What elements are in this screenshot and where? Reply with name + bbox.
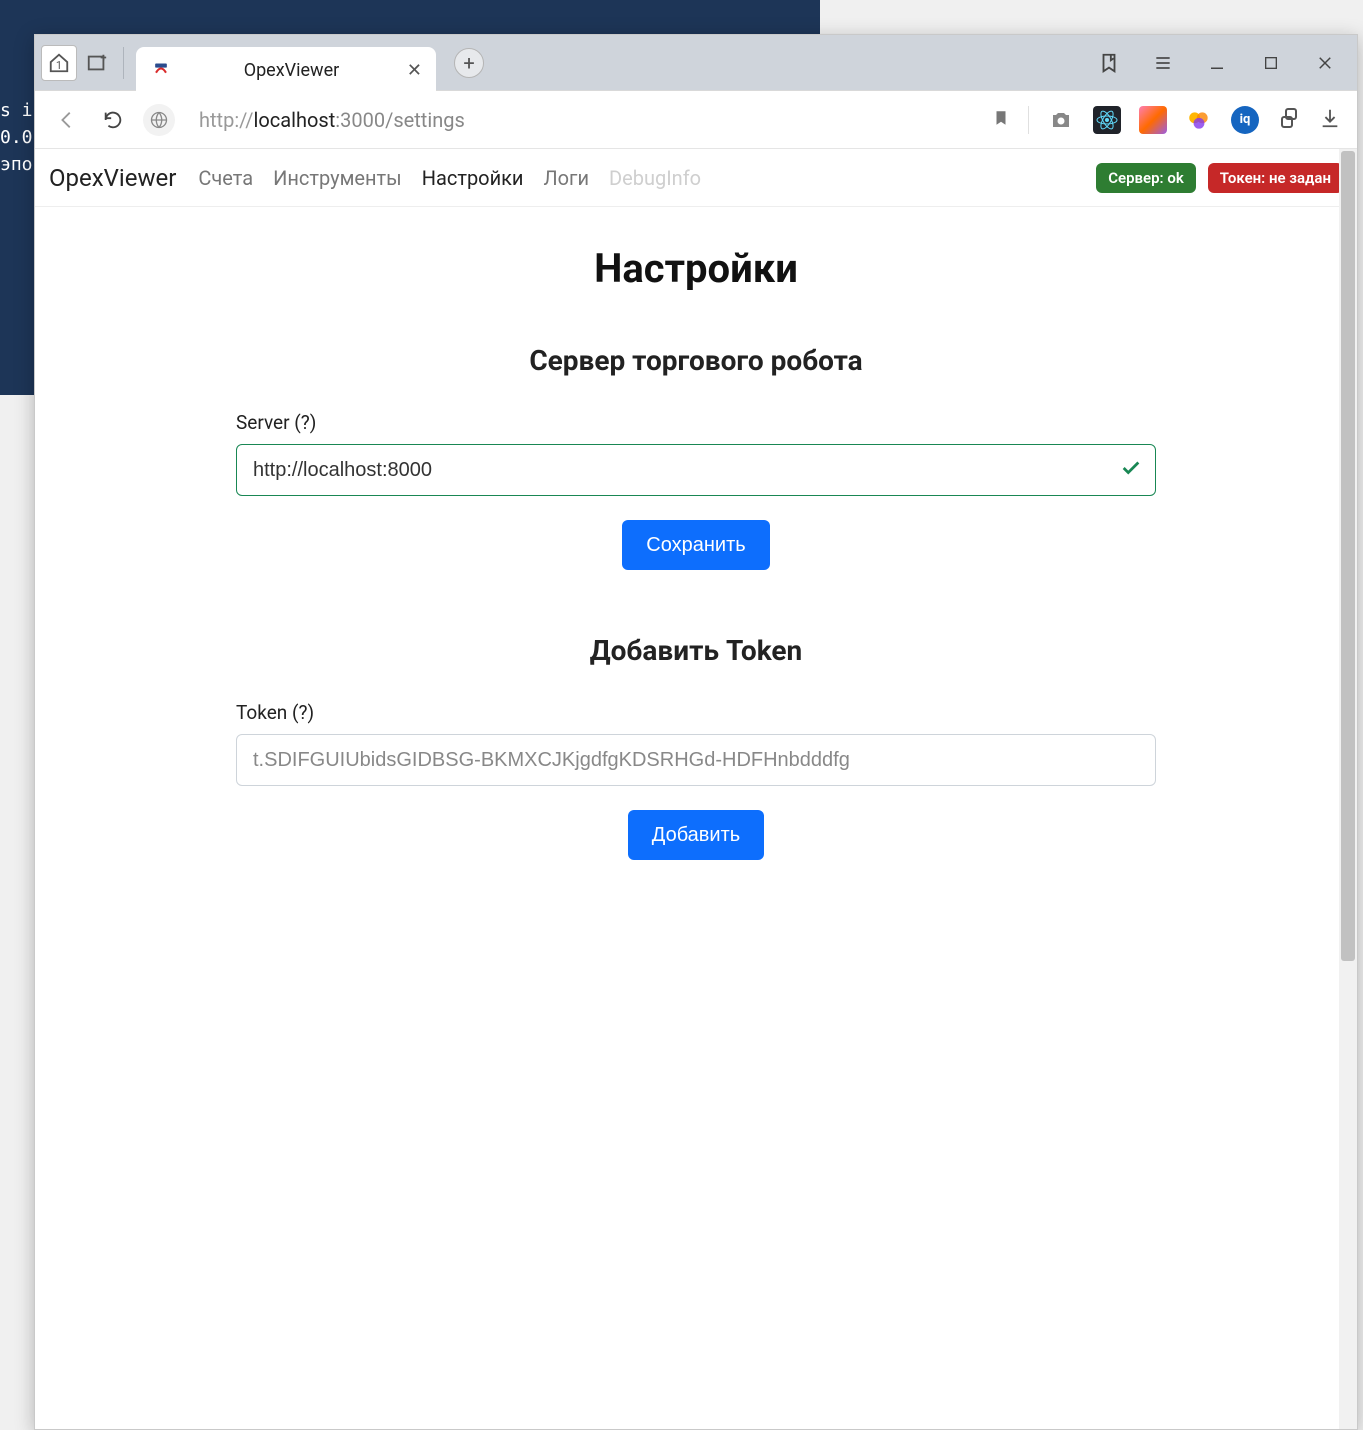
divider (123, 47, 124, 79)
favicon-icon (150, 60, 172, 82)
tab-close-icon[interactable]: ✕ (393, 60, 422, 81)
nav-link-accounts[interactable]: Счета (198, 166, 253, 190)
extensions-icon[interactable] (1277, 106, 1301, 134)
nav-links: Счета Инструменты Настройки Логи DebugIn… (198, 166, 701, 190)
extension-icon[interactable]: iq (1231, 106, 1259, 134)
browser-titlebar: 1 OpexViewer ✕ + (35, 35, 1357, 91)
site-info-icon[interactable] (143, 104, 175, 136)
nav-link-debuginfo[interactable]: DebugInfo (609, 166, 701, 190)
browser-address-bar: http://localhost:3000/settings iq (35, 91, 1357, 149)
token-status-badge: Токен: не задан (1208, 163, 1343, 193)
bookmark-icon[interactable] (992, 107, 1010, 133)
maximize-icon[interactable] (1259, 51, 1283, 75)
menu-icon[interactable] (1151, 51, 1175, 75)
scrollbar-thumb[interactable] (1341, 151, 1355, 961)
server-section-title: Сервер торгового робота (236, 344, 1156, 377)
url-scheme: http:// (199, 108, 254, 132)
window-controls (1097, 51, 1357, 75)
extension-icon[interactable] (1185, 106, 1213, 134)
download-icon[interactable] (1319, 107, 1341, 133)
page-title: Настройки (236, 245, 1156, 292)
save-button[interactable]: Сохранить (622, 520, 769, 570)
server-url-input[interactable] (236, 444, 1156, 496)
bookmark-outline-icon[interactable] (1097, 51, 1121, 75)
camera-icon[interactable] (1047, 106, 1075, 134)
server-label: Server (?) (236, 411, 1156, 434)
nav-link-settings[interactable]: Настройки (422, 166, 524, 190)
app-navbar: OpexViewer Счета Инструменты Настройки Л… (35, 149, 1357, 207)
browser-window: 1 OpexViewer ✕ + (34, 34, 1358, 1430)
add-button[interactable]: Добавить (628, 810, 764, 860)
settings-page: Настройки Сервер торгового робота Server… (146, 207, 1246, 860)
nav-link-instruments[interactable]: Инструменты (273, 166, 402, 190)
scrollbar[interactable] (1339, 149, 1357, 1429)
browser-tab-active[interactable]: OpexViewer ✕ (136, 47, 436, 95)
react-devtools-icon[interactable] (1093, 106, 1121, 134)
extension-icon[interactable] (1139, 106, 1167, 134)
token-label: Token (?) (236, 701, 1156, 724)
app-brand[interactable]: OpexViewer (49, 164, 176, 192)
url-input[interactable]: http://localhost:3000/settings (189, 108, 978, 132)
url-path: :3000/settings (335, 108, 465, 132)
close-icon[interactable] (1313, 51, 1337, 75)
token-section-title: Добавить Token (236, 634, 1156, 667)
minimize-icon[interactable] (1205, 51, 1229, 75)
home-badge: 1 (56, 59, 62, 72)
token-input[interactable] (236, 734, 1156, 786)
new-tab-button[interactable]: + (454, 48, 484, 78)
check-icon (1120, 457, 1142, 483)
nav-back-icon[interactable] (51, 104, 83, 136)
nav-link-logs[interactable]: Логи (543, 166, 589, 190)
page-content: OpexViewer Счета Инструменты Настройки Л… (35, 149, 1357, 1429)
nav-reload-icon[interactable] (97, 104, 129, 136)
divider (1028, 106, 1029, 134)
home-window-icon[interactable]: 1 (41, 45, 77, 81)
tab-title: OpexViewer (190, 60, 393, 81)
new-window-icon[interactable] (79, 45, 115, 81)
url-host: localhost (254, 108, 336, 132)
server-status-badge: Сервер: ok (1096, 163, 1196, 193)
